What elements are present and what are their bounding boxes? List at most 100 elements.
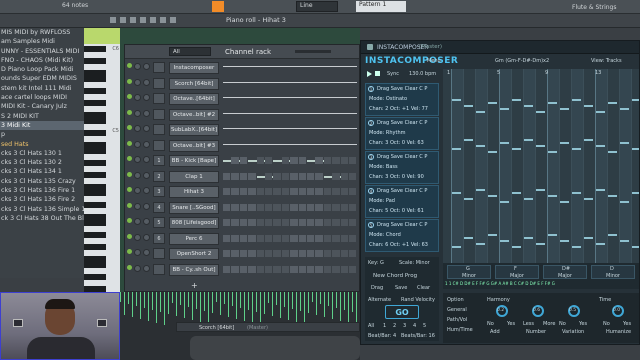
midi-note[interactable] xyxy=(548,234,557,236)
channel-mixer-number[interactable]: 4 xyxy=(153,201,165,213)
browser-item[interactable]: cks 3 Cl Hats 136 Simple 1 xyxy=(0,205,84,214)
channel-volume-knob[interactable] xyxy=(134,125,141,132)
track-mode[interactable]: Mode: Pad xyxy=(369,198,395,204)
midi-note[interactable] xyxy=(572,99,581,101)
step-button[interactable] xyxy=(307,265,315,273)
step-button[interactable] xyxy=(315,81,324,83)
step-button[interactable] xyxy=(273,234,281,242)
alternate-toggle[interactable]: Alternate xyxy=(368,297,391,303)
step-button[interactable] xyxy=(307,188,315,195)
step-button[interactable] xyxy=(290,112,299,114)
step-sequencer[interactable] xyxy=(223,234,363,244)
step-button[interactable] xyxy=(265,219,273,226)
channel-mute-led[interactable] xyxy=(127,187,132,192)
midi-note[interactable] xyxy=(560,240,569,242)
midi-note[interactable] xyxy=(608,102,617,104)
channel-mute-led[interactable] xyxy=(127,156,132,161)
black-key[interactable] xyxy=(84,46,106,52)
plugin-icon[interactable] xyxy=(367,44,373,50)
step-button[interactable] xyxy=(273,172,281,180)
step-button[interactable] xyxy=(273,265,281,273)
browser-item[interactable]: cks 3 Cl Hats 130 1 xyxy=(0,149,84,158)
step-button[interactable] xyxy=(231,143,240,145)
step-button[interactable] xyxy=(349,97,358,98)
step-button[interactable] xyxy=(323,203,332,211)
step-button[interactable] xyxy=(340,112,349,114)
step-sequencer[interactable] xyxy=(223,218,363,228)
step-button[interactable] xyxy=(349,219,357,226)
step-button[interactable] xyxy=(315,250,323,257)
step-button[interactable] xyxy=(248,143,257,145)
step-sequencer[interactable] xyxy=(223,265,363,275)
step-button[interactable] xyxy=(332,112,341,114)
step-button[interactable] xyxy=(290,128,299,129)
step-button[interactable] xyxy=(307,97,316,98)
step-button[interactable] xyxy=(239,112,249,114)
step-button[interactable] xyxy=(248,112,257,114)
step-button[interactable] xyxy=(256,250,264,257)
step-button[interactable] xyxy=(298,234,306,242)
channel-pan-knob[interactable] xyxy=(143,264,150,272)
track-actions[interactable]: Drag Save Clear C P xyxy=(377,86,427,92)
track-actions[interactable]: Drag Save Clear C P xyxy=(377,154,427,160)
step-button[interactable] xyxy=(265,157,273,164)
step-button[interactable] xyxy=(265,234,273,242)
midi-note[interactable] xyxy=(512,148,521,150)
mute-icon[interactable] xyxy=(140,17,146,23)
black-key[interactable] xyxy=(84,244,106,250)
channel-row[interactable]: OpenShort 2 xyxy=(125,247,361,261)
step-button[interactable] xyxy=(349,157,357,164)
step-button[interactable] xyxy=(349,128,358,129)
step-button[interactable] xyxy=(273,97,282,98)
step-button[interactable] xyxy=(248,172,256,180)
step-button[interactable] xyxy=(265,66,274,67)
black-key[interactable] xyxy=(84,190,106,196)
step-button[interactable] xyxy=(231,172,239,180)
stop-icon[interactable] xyxy=(375,71,380,76)
step-button[interactable] xyxy=(298,219,306,226)
paint-icon[interactable] xyxy=(120,17,126,23)
midi-note[interactable] xyxy=(620,240,629,242)
step-button[interactable] xyxy=(223,250,231,257)
browser-item[interactable]: ck 3 Cl Hats 38 Out The Blue xyxy=(0,214,84,223)
channel-volume-knob[interactable] xyxy=(134,78,141,86)
step-button[interactable] xyxy=(256,234,264,242)
midi-note[interactable] xyxy=(632,148,639,150)
step-button[interactable] xyxy=(231,112,240,114)
step-button[interactable] xyxy=(298,188,306,195)
step-button[interactable] xyxy=(281,265,290,273)
track-actions[interactable]: Drag Save Clear C P xyxy=(377,188,427,194)
step-button[interactable] xyxy=(298,112,307,114)
step-button[interactable] xyxy=(281,112,291,114)
step-button[interactable] xyxy=(323,112,333,114)
channel-row[interactable]: 5 808 [Lifeisgood] xyxy=(125,216,361,230)
midi-note[interactable] xyxy=(560,108,569,110)
step-button[interactable] xyxy=(349,66,358,67)
step-button[interactable] xyxy=(239,188,248,195)
step-button[interactable] xyxy=(281,97,291,98)
channel-name-button[interactable]: Scorch [64bit] xyxy=(169,77,219,90)
step-button[interactable] xyxy=(281,157,290,164)
channel-volume-knob[interactable] xyxy=(134,233,141,241)
channel-mute-led[interactable] xyxy=(127,63,132,68)
midi-note[interactable] xyxy=(500,240,509,242)
channel-volume-knob[interactable] xyxy=(134,218,141,225)
step-button[interactable] xyxy=(290,97,299,98)
step-button[interactable] xyxy=(340,143,349,145)
track-card[interactable]: 2 Drag Save Clear C P Mode: Rhythm Chan: 3 … xyxy=(365,117,439,150)
step-button[interactable] xyxy=(349,250,357,257)
scorch-track[interactable]: Scorch [64bit] (Master) xyxy=(176,322,360,332)
channel-name-button[interactable]: Octave..bit] #2 xyxy=(169,108,219,121)
midi-note[interactable] xyxy=(536,243,545,245)
step-button[interactable] xyxy=(256,265,264,273)
midi-note[interactable] xyxy=(512,99,521,101)
swing-slider[interactable] xyxy=(295,50,331,53)
chord-slot[interactable]: D# Major xyxy=(543,265,587,279)
channel-row[interactable]: 1 BB - Kick [Bape] xyxy=(125,154,361,168)
channel-mute-led[interactable] xyxy=(127,171,132,177)
step-button[interactable] xyxy=(248,128,257,129)
track-chan[interactable]: Chan: 3 Oct: 0 Vel: 90 xyxy=(369,174,424,180)
midi-note[interactable] xyxy=(464,139,473,141)
step-button[interactable] xyxy=(332,203,340,211)
step-button[interactable] xyxy=(256,128,265,129)
